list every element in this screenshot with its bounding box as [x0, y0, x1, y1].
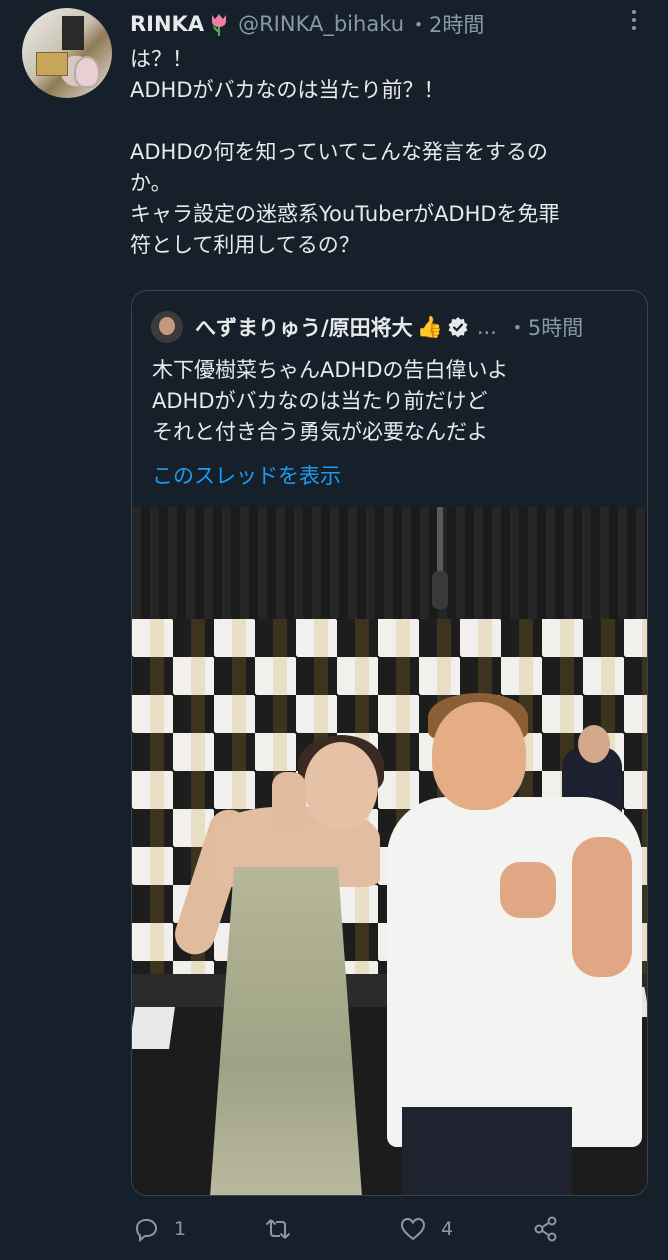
author-avatar[interactable] — [22, 8, 112, 98]
reply-icon — [135, 1219, 158, 1243]
quoted-ellipsis: ... — [476, 315, 497, 339]
quoted-tweet[interactable]: へずまりゅう/原田将大 👍 ... ・5時間 木下優樹菜ちゃんADHDの告白偉い… — [131, 290, 648, 1196]
reply-count: 1 — [174, 1218, 187, 1240]
tweet[interactable]: RINKA @RINKA_bihaku ・2時間 は？！ ADHDがバカなのは当… — [0, 0, 668, 1259]
tulip-icon — [212, 14, 227, 36]
author-handle[interactable]: @RINKA_bihaku — [238, 12, 404, 36]
photo-woman-peace-sign — [272, 772, 306, 832]
photo-paper — [132, 1007, 175, 1049]
photo-background-person-head — [578, 725, 610, 763]
avatar-photo-detail — [36, 52, 68, 76]
like-count: 4 — [441, 1218, 454, 1240]
tweet-text-line: 符として利用してるの？ — [130, 233, 360, 257]
tweet-text-line: ADHDがバカなのは当たり前？！ — [130, 78, 445, 102]
quoted-text-line: ADHDがバカなのは当たり前だけど — [152, 389, 488, 413]
photo-microphone — [432, 571, 448, 609]
show-thread-link[interactable]: このスレッドを表示 — [152, 460, 341, 490]
heart-icon — [400, 1217, 426, 1241]
thumbs-up-icon: 👍 — [416, 314, 443, 339]
quoted-author-name: へずまりゅう/原田将大 — [195, 316, 413, 340]
quoted-tweet-photo[interactable] — [132, 507, 647, 1195]
tweet-text-line — [130, 106, 650, 137]
photo-man-arm — [572, 837, 632, 977]
share-button[interactable] — [532, 1212, 560, 1246]
reply-button[interactable]: 1 — [132, 1212, 186, 1246]
retweet-icon — [265, 1219, 291, 1239]
photo-man-pants — [402, 1107, 572, 1195]
tweet-time[interactable]: ・2時間 — [408, 9, 484, 39]
quoted-tweet-text: 木下優樹菜ちゃんADHDの告白偉いよ ADHDがバカなのは当たり前だけど それと… — [152, 355, 632, 448]
photo-man-face — [432, 702, 526, 810]
tweet-header: RINKA @RINKA_bihaku ・2時間 — [130, 8, 484, 40]
retweet-button[interactable] — [264, 1212, 292, 1246]
avatar-photo-detail — [74, 56, 100, 88]
quoted-tweet-header: へずまりゅう/原田将大 👍 ... ・5時間 — [151, 311, 583, 343]
author-name[interactable]: RINKA — [130, 12, 204, 36]
like-button[interactable]: 4 — [399, 1212, 453, 1246]
tweet-text-line: キャラ設定の迷惑系YouTuberがADHDを免罪 — [130, 202, 560, 226]
photo-curtain — [132, 507, 647, 619]
quoted-time: ・5時間 — [506, 316, 584, 340]
verified-badge-icon — [448, 317, 468, 338]
tweet-actions: 1 4 — [0, 1200, 668, 1260]
avatar-photo-detail — [62, 16, 84, 50]
tweet-text-line: か。 — [130, 171, 172, 195]
tweet-text: は？！ ADHDがバカなのは当たり前？！ ADHDの何を知っていてこんな発言をす… — [130, 44, 650, 261]
photo-man-fist — [500, 862, 556, 918]
quoted-author-avatar — [151, 311, 183, 343]
more-vertical-icon[interactable] — [624, 8, 644, 32]
tweet-text-line: ADHDの何を知っていてこんな発言をするの — [130, 140, 548, 164]
share-icon — [534, 1216, 557, 1242]
photo-woman-face — [304, 742, 378, 830]
tweet-text-line: は？！ — [130, 47, 193, 71]
quoted-text-line: それと付き合う勇気が必要なんだよ — [152, 420, 488, 444]
quoted-text-line: 木下優樹菜ちゃんADHDの告白偉いよ — [152, 358, 509, 382]
